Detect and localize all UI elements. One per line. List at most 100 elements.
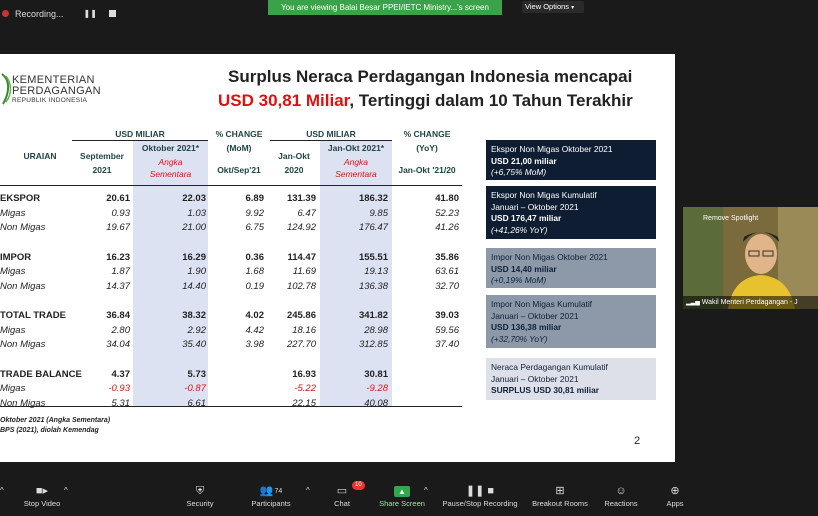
box2-line1: Ekspor Non Migas Kumulatif	[491, 190, 597, 200]
box-impor-nonmigas-okt: Impor Non Migas Oktober 2021 USD 14,40 m…	[486, 248, 656, 288]
row-label: Migas	[0, 207, 26, 219]
box2-change: (+41,26% YoY)	[491, 224, 548, 235]
apps-button[interactable]: ⊕ Apps	[662, 485, 688, 509]
table-cell: 21.00	[182, 222, 206, 233]
pause-stop-recording-label: Pause/Stop Recording	[442, 499, 518, 508]
video-options-chevron-icon[interactable]: ^	[64, 486, 68, 495]
col-pct-change-yoy: % CHANGE	[403, 129, 451, 139]
stop-recording-icon[interactable]	[108, 10, 116, 17]
pause-stop-recording-button[interactable]: ❚❚ ■ Pause/Stop Recording	[440, 485, 520, 509]
box2-line2: Januari – Oktober 2021	[491, 201, 579, 212]
table-cell: 20.61	[106, 193, 130, 204]
table-cell: 186.32	[358, 193, 388, 204]
col-okt2021-c: Sementara	[149, 169, 192, 179]
apps-label: Apps	[666, 499, 684, 508]
kemendag-logo: KEMENTERIAN PERDAGANGAN REPUBLIK INDONES…	[0, 72, 110, 112]
viewing-banner: You are viewing Balai Besar PPEI/IETC Mi…	[268, 0, 502, 15]
box3-value: USD 14,40 miliar	[491, 263, 557, 274]
col-okt-sep: Okt/Sep'21	[217, 165, 261, 175]
table-cell: 227.70	[286, 339, 316, 350]
box2-value: USD 176,47 miliar	[491, 213, 562, 223]
table-cell: 16.29	[182, 251, 206, 263]
header-line-usd2	[270, 140, 392, 141]
box-impor-nonmigas-kumulatif: Impor Non Migas Kumulatif Januari – Okto…	[486, 295, 656, 348]
table-cell: 312.85	[358, 339, 388, 350]
box1-line1: Ekspor Non Migas Oktober 2021	[491, 144, 613, 154]
security-button[interactable]: ⛨ Security	[182, 486, 218, 509]
table-cell: 2.80	[111, 324, 131, 336]
participants-label: Participants	[251, 499, 291, 508]
table-cell: 1.68	[245, 266, 265, 277]
table-cell: 155.51	[358, 251, 388, 263]
participants-chevron-icon[interactable]: ^	[306, 486, 310, 495]
col-uraian: URAIAN	[23, 151, 57, 161]
box1-change: (+6,75% MoM)	[491, 167, 547, 177]
recording-label: Recording...	[15, 8, 64, 19]
signal-bars-icon: ▂▃▅	[686, 300, 700, 306]
table-cell: 19.67	[106, 222, 130, 233]
box-ekspor-nonmigas-kumulatif: Ekspor Non Migas Kumulatif Januari – Okt…	[486, 186, 656, 239]
pause-recording-icon[interactable]: ❚❚	[84, 9, 97, 18]
pause-stop-icon: ❚❚ ■	[465, 485, 495, 497]
header-bottom-rule	[0, 185, 462, 186]
table-cell: 63.61	[435, 266, 459, 277]
row-label: EKSPOR	[0, 193, 41, 204]
box5-line1: Neraca Perdagangan Kumulatif	[491, 362, 608, 372]
participants-count: 74	[274, 488, 283, 495]
table-cell: 4.37	[111, 368, 131, 380]
share-options-chevron-icon[interactable]: ^	[424, 486, 428, 495]
row-label: IMPOR	[0, 251, 32, 263]
table-cell: 1.03	[187, 207, 207, 219]
box3-line1: Impor Non Migas Oktober 2021	[491, 252, 608, 262]
row-label: Migas	[0, 383, 26, 394]
table-cell: 9.92	[245, 207, 265, 219]
table-cell: 176.47	[358, 222, 388, 233]
col-usd-miliar-2: USD MILIAR	[306, 129, 356, 139]
col-okt2021-b: Angka	[158, 157, 183, 167]
breakout-rooms-button[interactable]: ⊞ Breakout Rooms	[530, 486, 590, 509]
table-cell: 39.03	[435, 310, 459, 321]
participants-icon: 👥74	[259, 485, 283, 497]
reactions-button[interactable]: ☺ Reactions	[602, 486, 640, 509]
col-janokt2020-b: 2020	[284, 165, 304, 175]
share-screen-button[interactable]: ▲ Share Screen	[376, 486, 428, 508]
chevron-down-icon: ▾	[571, 5, 575, 11]
table-cell: 59.56	[435, 324, 459, 336]
security-label: Security	[186, 499, 214, 508]
view-options-button[interactable]: View Options ▾	[522, 1, 584, 13]
box-neraca-kumulatif: Neraca Perdagangan Kumulatif Januari – O…	[486, 358, 656, 400]
participants-button[interactable]: 👥74 Participants	[246, 485, 296, 509]
audio-options-chevron-icon[interactable]: ^	[0, 486, 4, 495]
table-cell: 16.93	[292, 368, 316, 380]
participant-video-tile[interactable]: Remove Spotlight ▂▃▅ Wakil Menteri Perda…	[683, 207, 818, 309]
table-cell: 0.93	[111, 207, 131, 219]
table-cell: -0.87	[184, 383, 206, 394]
stop-video-button[interactable]: ■▸ Stop Video	[20, 486, 64, 509]
box3-change: (+0,19% MoM)	[491, 275, 547, 285]
row-label: TOTAL TRADE	[0, 310, 66, 321]
col-janokt2020-a: Jan-Okt	[278, 151, 310, 161]
apps-icon: ⊕	[670, 485, 680, 497]
table-cell: 131.39	[286, 193, 316, 204]
table-cell: 14.40	[182, 280, 206, 292]
table-cell: -9.28	[366, 383, 388, 394]
table-cell: 16.23	[106, 251, 130, 263]
table-cell: -0.93	[108, 383, 130, 394]
table-cell: 36.84	[106, 310, 130, 321]
col-mom: (MoM)	[226, 143, 252, 153]
table-cell: -5.22	[294, 383, 316, 394]
table-cell: 0.19	[245, 280, 265, 292]
remove-spotlight-label[interactable]: Remove Spotlight	[703, 215, 758, 222]
table-cell: 41.80	[435, 193, 459, 204]
table-cell: 9.85	[369, 207, 389, 219]
share-screen-label: Share Screen	[379, 499, 425, 508]
col-pct-change-mom: % CHANGE	[215, 129, 263, 139]
table-cell: 18.16	[292, 324, 316, 336]
col-usd-miliar-1: USD MILIAR	[115, 129, 165, 139]
recording-indicator: Recording... ❚❚	[2, 6, 116, 21]
box4-value: USD 136,38 miliar	[491, 322, 562, 332]
title-highlight: USD 30,81 Miliar	[218, 91, 350, 110]
view-options-label: View Options	[525, 2, 570, 11]
chat-button[interactable]: ▭ 10 Chat	[326, 481, 365, 508]
table-cell: 6.75	[245, 222, 265, 233]
